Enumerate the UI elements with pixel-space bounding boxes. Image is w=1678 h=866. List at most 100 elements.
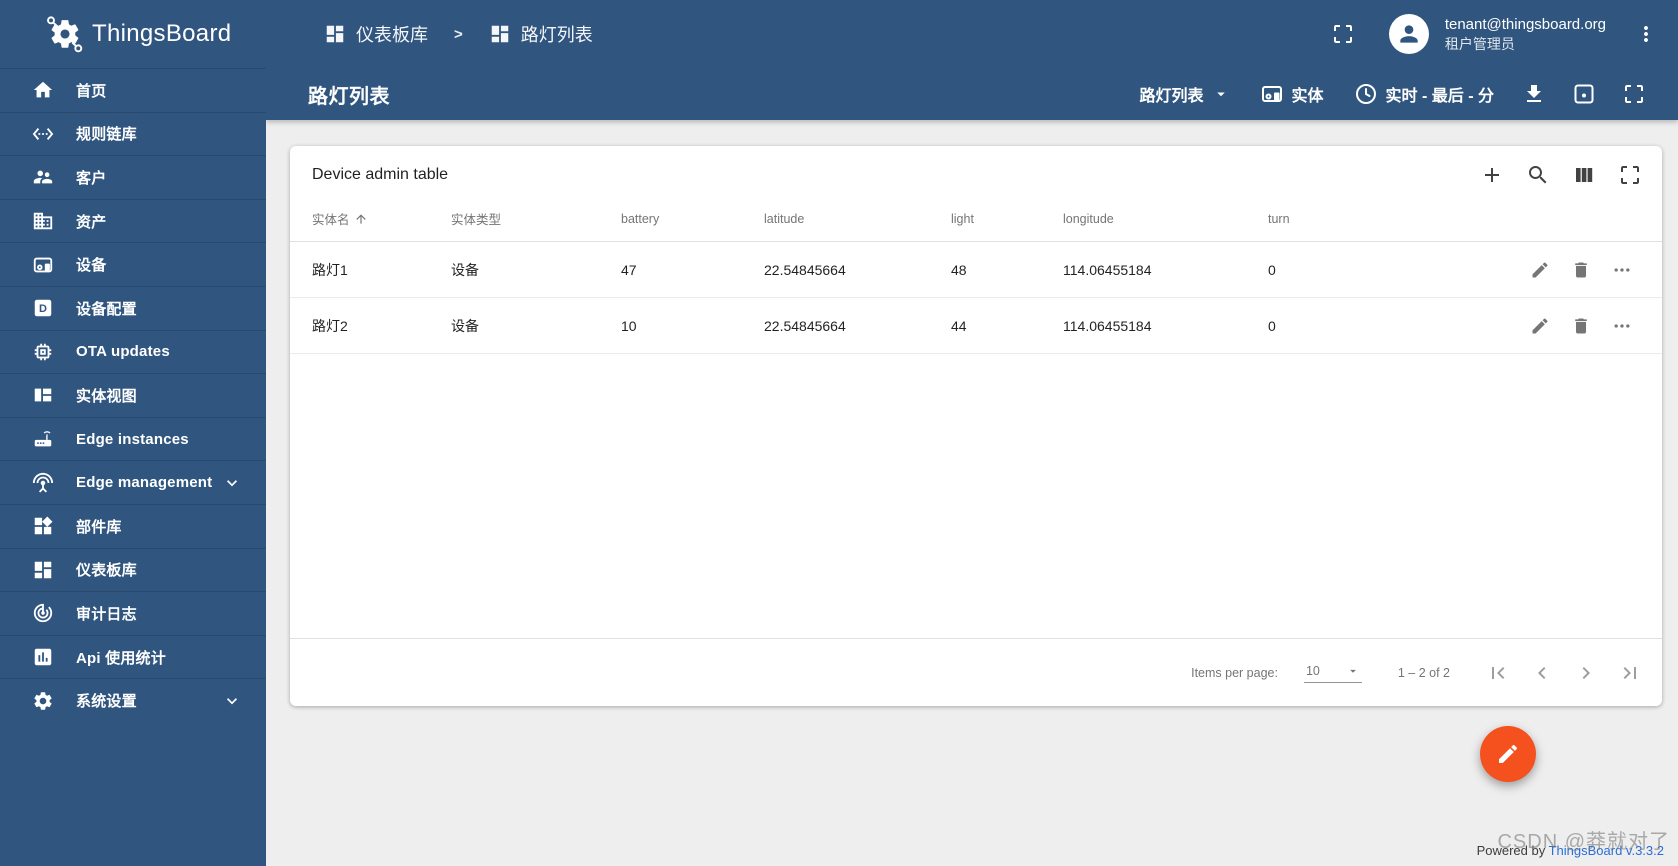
add-entity-button[interactable]	[1480, 163, 1504, 187]
breadcrumb-separator: >	[454, 25, 463, 43]
pencil-icon	[1496, 742, 1520, 766]
first-page-button[interactable]	[1486, 661, 1510, 685]
cell-latitude: 22.54845664	[764, 261, 846, 278]
column-header-longitude[interactable]: longitude	[1063, 212, 1258, 226]
thingsboard-version-link[interactable]: ThingsBoard v.3.3.2	[1549, 843, 1664, 858]
user-email: tenant@thingsboard.org	[1444, 16, 1606, 34]
page-size-select[interactable]: 10	[1303, 662, 1362, 683]
thingsboard-logo-icon	[44, 13, 86, 55]
sort-asc-icon	[354, 212, 368, 226]
entity-views-icon	[32, 384, 54, 406]
cell-entity-name: 路灯1	[312, 261, 348, 278]
top-header: 仪表板库 > 路灯列表 tenant@thingsboard.org 租户管理员	[266, 0, 1678, 120]
dashboard-state-selector[interactable]: 路灯列表	[1132, 76, 1238, 112]
widget-fullscreen-button[interactable]	[1618, 163, 1642, 187]
entity-alias-button[interactable]: 实体	[1252, 76, 1332, 112]
last-page-icon	[1618, 661, 1642, 685]
cell-entity-type: 设备	[451, 261, 479, 278]
cell-entity-type: 设备	[451, 317, 479, 334]
breadcrumb: 仪表板库 > 路灯列表	[324, 21, 593, 47]
dashboard-toolbar: 路灯列表 路灯列表 实体 实时 - 最后 - 分	[266, 68, 1678, 120]
table-row[interactable]: 路灯2 设备 10 22.54845664 44 114.06455184 0	[290, 298, 1662, 354]
column-header-light[interactable]: light	[951, 212, 1053, 226]
cell-latitude: 22.54845664	[764, 317, 846, 334]
column-header-battery[interactable]: battery	[621, 212, 754, 226]
page-range-label: 1 – 2 of 2	[1397, 665, 1450, 680]
more-vert-icon	[1634, 22, 1658, 46]
widget-header: Device admin table	[290, 146, 1662, 196]
fullscreen-icon	[1331, 22, 1355, 46]
system-settings-icon	[32, 690, 54, 712]
search-button[interactable]	[1526, 163, 1550, 187]
user-menu-button[interactable]	[1634, 22, 1658, 46]
column-header-turn[interactable]: turn	[1268, 212, 1502, 226]
page-title: 路灯列表	[308, 85, 390, 108]
column-header-latitude[interactable]: latitude	[764, 212, 941, 226]
next-page-button[interactable]	[1574, 661, 1598, 685]
cell-turn: 0	[1268, 317, 1276, 334]
edit-dashboard-fab[interactable]	[1480, 726, 1536, 782]
plus-icon	[1480, 163, 1504, 187]
sidebar-item-dashboards[interactable]: 仪表板库	[0, 547, 266, 592]
caret-down-icon	[1212, 85, 1230, 103]
sidebar-item-api-usage[interactable]: Api 使用统计	[0, 634, 266, 679]
edge-instances-icon	[32, 428, 54, 450]
table-row[interactable]: 路灯1 设备 47 22.54845664 48 114.06455184 0	[290, 242, 1662, 298]
row-more-button[interactable]	[1612, 316, 1632, 336]
sidebar-item-ota-updates[interactable]: OTA updates	[0, 329, 266, 374]
delete-row-button[interactable]	[1571, 316, 1591, 336]
sidebar-item-system-settings[interactable]: 系统设置	[0, 678, 266, 722]
column-header-entity-name[interactable]: 实体名	[312, 209, 441, 228]
sidebar-item-audit-logs[interactable]: 审计日志	[0, 591, 266, 635]
sidebar-item-rule-chains[interactable]: 规则链库	[0, 111, 266, 156]
app-logo[interactable]: ThingsBoard	[0, 0, 266, 68]
edit-row-button[interactable]	[1530, 260, 1550, 280]
sidebar-item-device-profiles[interactable]: D 设备配置	[0, 285, 266, 330]
sidebar-item-devices[interactable]: 设备	[0, 242, 266, 286]
breadcrumb-item-current-dashboard[interactable]: 路灯列表	[489, 21, 593, 47]
sidebar-item-edge-management[interactable]: Edge management	[0, 460, 266, 504]
api-usage-icon	[32, 646, 54, 668]
app-title: ThingsBoard	[92, 20, 232, 47]
dashboard-image-button[interactable]	[1566, 76, 1602, 112]
table-header-row: 实体名 实体类型 battery latitude light longitud…	[290, 196, 1662, 242]
edit-row-button[interactable]	[1530, 316, 1550, 336]
widgets-library-icon	[32, 515, 54, 537]
clock-icon	[1354, 82, 1378, 106]
fullscreen-icon	[1618, 163, 1642, 187]
chevron-right-icon	[1574, 661, 1598, 685]
download-icon	[1522, 82, 1546, 106]
cell-longitude: 114.06455184	[1063, 261, 1152, 278]
more-horiz-icon	[1612, 316, 1632, 336]
sidebar-item-home[interactable]: 首页	[0, 68, 266, 112]
toolbar-fullscreen-button[interactable]	[1616, 76, 1652, 112]
widget-title: Device admin table	[312, 166, 449, 183]
sidebar-item-edge-instances[interactable]: Edge instances	[0, 416, 266, 461]
trash-icon	[1571, 260, 1591, 280]
rule-chains-icon	[32, 123, 54, 145]
avatar[interactable]	[1388, 14, 1429, 54]
cell-entity-name: 路灯2	[312, 317, 348, 334]
customers-icon	[32, 166, 54, 188]
columns-settings-button[interactable]	[1572, 163, 1596, 187]
sidebar-menu: 首页 规则链库 客户 资产 设备 D 设备配置 OTA updates 实体视图…	[0, 68, 266, 722]
sidebar-item-widgets-library[interactable]: 部件库	[0, 503, 266, 548]
sidebar-item-entity-views[interactable]: 实体视图	[0, 373, 266, 417]
devices-icon	[32, 254, 54, 276]
first-page-icon	[1486, 661, 1510, 685]
delete-row-button[interactable]	[1571, 260, 1591, 280]
previous-page-button[interactable]	[1530, 661, 1554, 685]
breadcrumb-item-dashboards[interactable]: 仪表板库	[324, 21, 428, 47]
export-dashboard-button[interactable]	[1516, 76, 1552, 112]
last-page-button[interactable]	[1618, 661, 1642, 685]
sidebar-item-customers[interactable]: 客户	[0, 155, 266, 199]
powered-by-label: Powered by	[1476, 843, 1546, 858]
sidebar-item-assets[interactable]: 资产	[0, 198, 266, 243]
sidebar: ThingsBoard 首页 规则链库 客户 资产 设备 D 设备配置 OTA …	[0, 0, 266, 866]
audit-logs-icon	[32, 602, 54, 624]
fullscreen-button[interactable]	[1331, 22, 1355, 46]
column-header-entity-type[interactable]: 实体类型	[451, 209, 611, 228]
trash-icon	[1571, 316, 1591, 336]
row-more-button[interactable]	[1612, 260, 1632, 280]
timewindow-button[interactable]: 实时 - 最后 - 分	[1346, 76, 1502, 112]
